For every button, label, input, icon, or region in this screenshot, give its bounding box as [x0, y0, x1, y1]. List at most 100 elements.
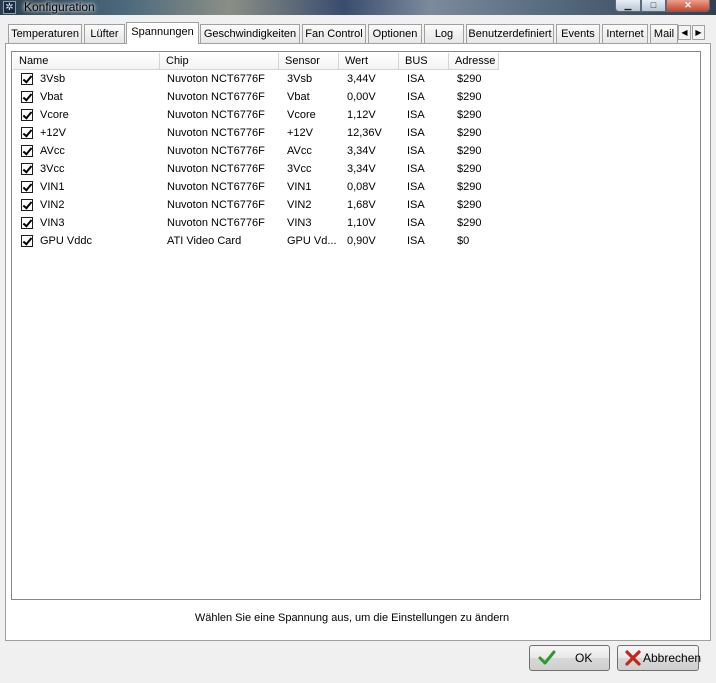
tab-luefter[interactable]: Lüfter: [84, 24, 125, 43]
row-checkbox[interactable]: [21, 217, 33, 229]
ok-button[interactable]: OK: [529, 645, 610, 671]
tab-optionen[interactable]: Optionen: [368, 24, 422, 43]
tab-log[interactable]: Log: [424, 24, 464, 43]
cell-adresse: $290: [457, 91, 482, 103]
arrow-left-icon: ◀: [681, 28, 688, 37]
close-button[interactable]: ✕: [666, 0, 710, 12]
cell-sensor: VIN2: [287, 199, 312, 211]
app-icon[interactable]: ✲: [3, 1, 16, 14]
cell-chip: Nuvoton NCT6776F: [167, 199, 265, 211]
cell-bus: ISA: [407, 217, 425, 229]
column-header-name[interactable]: Name: [13, 53, 160, 70]
cell-chip: ATI Video Card: [167, 235, 242, 247]
cell-name: VIN3: [40, 217, 65, 229]
cell-sensor: VIN1: [287, 181, 312, 193]
cell-adresse: $290: [457, 127, 482, 139]
cell-bus: ISA: [407, 199, 425, 211]
cell-adresse: $290: [457, 181, 482, 193]
table-row[interactable]: Vcore Nuvoton NCT6776F Vcore 1,12V ISA $…: [13, 106, 699, 124]
cell-bus: ISA: [407, 109, 425, 121]
cell-wert: 1,68V: [347, 199, 376, 211]
tab-temperaturen[interactable]: Temperaturen: [8, 24, 82, 43]
table-row[interactable]: AVcc Nuvoton NCT6776F AVcc 3,34V ISA $29…: [13, 142, 699, 160]
cell-bus: ISA: [407, 127, 425, 139]
cancel-button-label: Abbrechen: [643, 651, 702, 665]
column-header-sensor[interactable]: Sensor: [279, 53, 339, 70]
cell-name: VIN1: [40, 181, 65, 193]
cell-name: +12V: [40, 127, 66, 139]
maximize-button[interactable]: □: [641, 0, 666, 12]
cell-name: 3Vcc: [40, 163, 65, 175]
tab-benutzerdefiniert[interactable]: Benutzerdefiniert: [466, 24, 554, 43]
row-checkbox[interactable]: [21, 91, 33, 103]
row-checkbox[interactable]: [21, 109, 33, 121]
cell-sensor: GPU Vd...: [287, 235, 337, 247]
voltage-list[interactable]: Name Chip Sensor Wert BUS Adresse 3Vsb N…: [11, 51, 701, 600]
cell-name: Vcore: [40, 109, 69, 121]
tab-fan-control[interactable]: Fan Control: [302, 24, 366, 43]
cell-chip: Nuvoton NCT6776F: [167, 163, 265, 175]
cancel-button[interactable]: Abbrechen: [617, 645, 702, 671]
table-row[interactable]: VIN3 Nuvoton NCT6776F VIN3 1,10V ISA $29…: [13, 214, 699, 232]
cell-chip: Nuvoton NCT6776F: [167, 181, 265, 193]
ok-button-label: OK: [575, 651, 593, 665]
window-title: Konfiguration: [24, 0, 95, 14]
column-header-chip[interactable]: Chip: [160, 53, 279, 70]
cell-bus: ISA: [407, 235, 425, 247]
title-bar[interactable]: ✲ Konfiguration ▁ □ ✕: [0, 0, 716, 15]
cell-chip: Nuvoton NCT6776F: [167, 127, 265, 139]
cell-sensor: 3Vsb: [287, 73, 313, 85]
cell-chip: Nuvoton NCT6776F: [167, 73, 265, 85]
tab-spannungen[interactable]: Spannungen: [126, 22, 199, 44]
cell-chip: Nuvoton NCT6776F: [167, 145, 265, 157]
tab-geschwindigkeiten[interactable]: Geschwindigkeiten: [200, 24, 300, 43]
arrow-right-icon: ▶: [695, 28, 702, 37]
column-header-adresse[interactable]: Adresse: [449, 53, 499, 70]
tab-internet[interactable]: Internet: [602, 24, 648, 43]
column-header-wert[interactable]: Wert: [339, 53, 399, 70]
table-row[interactable]: Vbat Nuvoton NCT6776F Vbat 0,00V ISA $29…: [13, 88, 699, 106]
table-row[interactable]: 3Vcc Nuvoton NCT6776F 3Vcc 3,34V ISA $29…: [13, 160, 699, 178]
cell-wert: 1,12V: [347, 109, 376, 121]
hint-text: Wählen Sie eine Spannung aus, um die Ein…: [194, 612, 510, 624]
table-row[interactable]: GPU Vddc ATI Video Card GPU Vd... 0,90V …: [13, 232, 699, 250]
cell-adresse: $290: [457, 109, 482, 121]
cell-wert: 0,00V: [347, 91, 376, 103]
cell-chip: Nuvoton NCT6776F: [167, 217, 265, 229]
row-checkbox[interactable]: [21, 181, 33, 193]
cell-adresse: $290: [457, 199, 482, 211]
table-row[interactable]: +12V Nuvoton NCT6776F +12V 12,36V ISA $2…: [13, 124, 699, 142]
row-checkbox[interactable]: [21, 235, 33, 247]
cell-bus: ISA: [407, 145, 425, 157]
cell-wert: 0,08V: [347, 181, 376, 193]
cell-wert: 1,10V: [347, 217, 376, 229]
tab-events[interactable]: Events: [556, 24, 600, 43]
row-checkbox[interactable]: [21, 145, 33, 157]
table-row[interactable]: 3Vsb Nuvoton NCT6776F 3Vsb 3,44V ISA $29…: [13, 70, 699, 88]
tab-scroll-left[interactable]: ◀: [678, 25, 691, 40]
minimize-button[interactable]: ▁: [615, 0, 641, 12]
cell-bus: ISA: [407, 73, 425, 85]
cell-wert: 3,34V: [347, 145, 376, 157]
cell-wert: 12,36V: [347, 127, 382, 139]
cell-wert: 3,44V: [347, 73, 376, 85]
window-controls: ▁ □ ✕: [615, 0, 710, 13]
cell-adresse: $290: [457, 217, 482, 229]
cell-adresse: $290: [457, 163, 482, 175]
cell-name: 3Vsb: [40, 73, 66, 85]
row-checkbox[interactable]: [21, 73, 33, 85]
tab-scroll-right[interactable]: ▶: [692, 25, 705, 40]
tab-strip: Temperaturen Lüfter Spannungen Geschwind…: [0, 22, 716, 44]
table-row[interactable]: VIN1 Nuvoton NCT6776F VIN1 0,08V ISA $29…: [13, 178, 699, 196]
cell-adresse: $290: [457, 145, 482, 157]
cell-sensor: 3Vcc: [287, 163, 312, 175]
column-header-bus[interactable]: BUS: [399, 53, 449, 70]
row-checkbox[interactable]: [21, 127, 33, 139]
table-row[interactable]: VIN2 Nuvoton NCT6776F VIN2 1,68V ISA $29…: [13, 196, 699, 214]
cell-wert: 3,34V: [347, 163, 376, 175]
tab-mail[interactable]: Mail: [650, 24, 678, 43]
cell-wert: 0,90V: [347, 235, 376, 247]
row-checkbox[interactable]: [21, 163, 33, 175]
row-checkbox[interactable]: [21, 199, 33, 211]
checkmark-icon: [538, 650, 556, 665]
